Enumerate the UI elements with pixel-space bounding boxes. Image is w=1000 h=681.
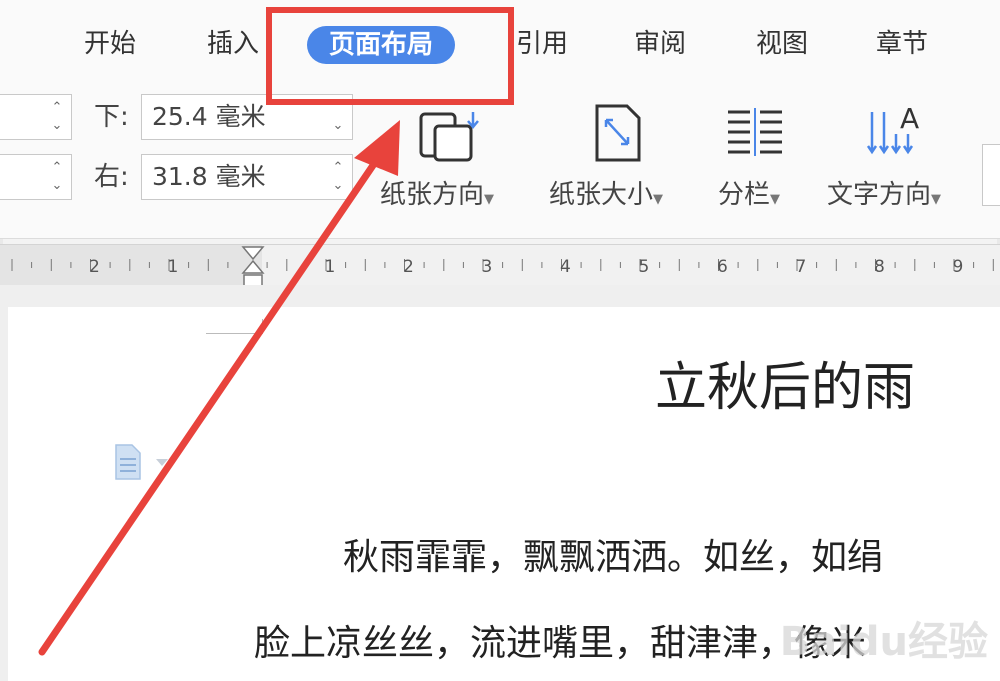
paper-size-label: 纸张大小 [549, 180, 654, 210]
left-margin-field[interactable]: ⌃ ⌄ [0, 154, 72, 200]
page-orientation-label: 纸张方向 [380, 180, 485, 210]
text-direction-icon[interactable]: A [866, 98, 926, 162]
bottom-margin-value: 25.4 毫米 [152, 102, 266, 131]
paper-size-button[interactable]: 纸张大小▼ [549, 174, 663, 211]
chevron-down-icon: ▼ [770, 192, 781, 207]
tab-references[interactable]: 引用 [516, 24, 568, 64]
ruler-number: 4 [560, 257, 571, 277]
left-margin-spinner[interactable]: ⌃ ⌄ [49, 159, 65, 195]
ruler-number: 6 [717, 257, 728, 277]
paragraph-line-1[interactable]: 秋雨霏霏，飘飘洒洒。如丝，如绢 [343, 528, 883, 580]
watermark: Baidu经验 [779, 619, 988, 665]
ruler-number: 1 [325, 257, 336, 277]
columns-icon[interactable] [724, 106, 786, 158]
tab-view[interactable]: 视图 [756, 24, 808, 64]
tab-home[interactable]: 开始 [84, 24, 136, 64]
ruler-number: 5 [639, 257, 650, 277]
ruler-number: 9 [953, 257, 964, 277]
ruler-number: 2 [403, 257, 414, 277]
document-icon[interactable] [112, 443, 172, 483]
right-margin-spinner[interactable]: ⌃ ⌄ [330, 159, 346, 195]
annotation-highlight-box [266, 7, 514, 105]
chevron-down-icon: ▼ [653, 192, 664, 207]
ruler-number: 8 [874, 257, 885, 277]
right-margin-label: 右: [94, 162, 129, 192]
chevron-down-icon: ▼ [484, 192, 495, 207]
chevron-down-icon: ▼ [931, 192, 942, 207]
svg-text:A: A [900, 102, 919, 135]
tab-chapter[interactable]: 章节 [876, 24, 928, 64]
page-orientation-button[interactable]: 纸张方向▼ [380, 174, 494, 211]
ruler-number: 3 [482, 257, 493, 277]
tab-review[interactable]: 审阅 [634, 24, 686, 64]
ruler-ticks: 2 1 1 2 3 4 5 6 7 8 9 [11, 257, 994, 277]
text-direction-label: 文字方向 [827, 180, 932, 210]
ruler-number: 1 [168, 257, 179, 277]
top-margin-field[interactable]: ⌃ ⌄ [0, 94, 72, 140]
tab-insert[interactable]: 插入 [207, 24, 259, 64]
columns-button[interactable]: 分栏▼ [718, 174, 780, 211]
paragraph-line-2[interactable]: 脸上凉丝丝，流进嘴里，甜津津，像米 [254, 614, 866, 666]
document-title[interactable]: 立秋后的雨 [655, 345, 915, 420]
right-margin-field[interactable]: 31.8 毫米 ⌃ ⌄ [141, 154, 353, 200]
text-direction-button[interactable]: 文字方向▼ [827, 174, 941, 211]
ribbon-toolbar: ⌃ ⌄ ⌃ ⌄ 下: 25.4 毫米 ⌃ ⌄ 右: 31.8 毫米 ⌃ ⌄ 纸张方向▼ … [0, 88, 1000, 239]
margin-corner-marker [206, 319, 263, 334]
paper-size-icon[interactable] [592, 102, 644, 164]
right-margin-value: 31.8 毫米 [152, 162, 266, 191]
ruler-number: 7 [796, 257, 807, 277]
top-margin-spinner[interactable]: ⌃ ⌄ [49, 99, 65, 135]
columns-label: 分栏 [718, 180, 771, 210]
horizontal-ruler[interactable]: 2 1 1 2 3 4 5 6 7 8 9 [0, 244, 1000, 288]
next-tool-partial[interactable] [982, 144, 1000, 206]
page-orientation-icon[interactable] [415, 102, 485, 166]
bottom-margin-label: 下: [94, 102, 129, 132]
ruler-number: 2 [89, 257, 100, 277]
